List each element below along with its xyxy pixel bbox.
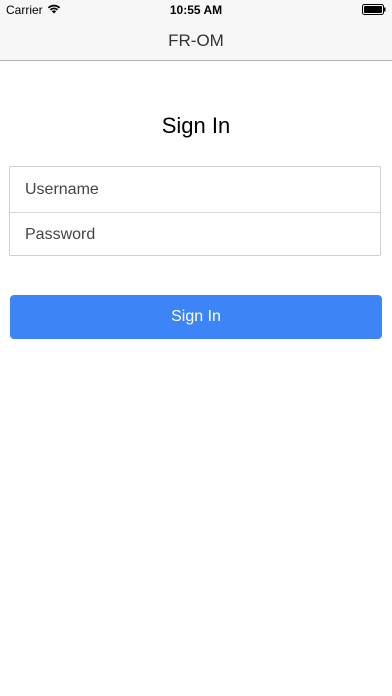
password-field-row[interactable] [10, 212, 380, 257]
username-field-row[interactable] [10, 167, 380, 212]
status-bar: Carrier 10:55 AM [0, 0, 392, 20]
page-title: Sign In [161, 113, 231, 138]
status-time: 10:55 AM [169, 3, 223, 17]
password-input[interactable] [25, 226, 380, 244]
nav-title: FR-OM [168, 31, 224, 50]
battery-icon [362, 4, 386, 15]
sign-in-button[interactable]: Sign In [10, 295, 382, 339]
login-form [9, 166, 381, 256]
username-input[interactable] [25, 180, 380, 199]
navigation-bar: FR-OM [0, 20, 392, 61]
